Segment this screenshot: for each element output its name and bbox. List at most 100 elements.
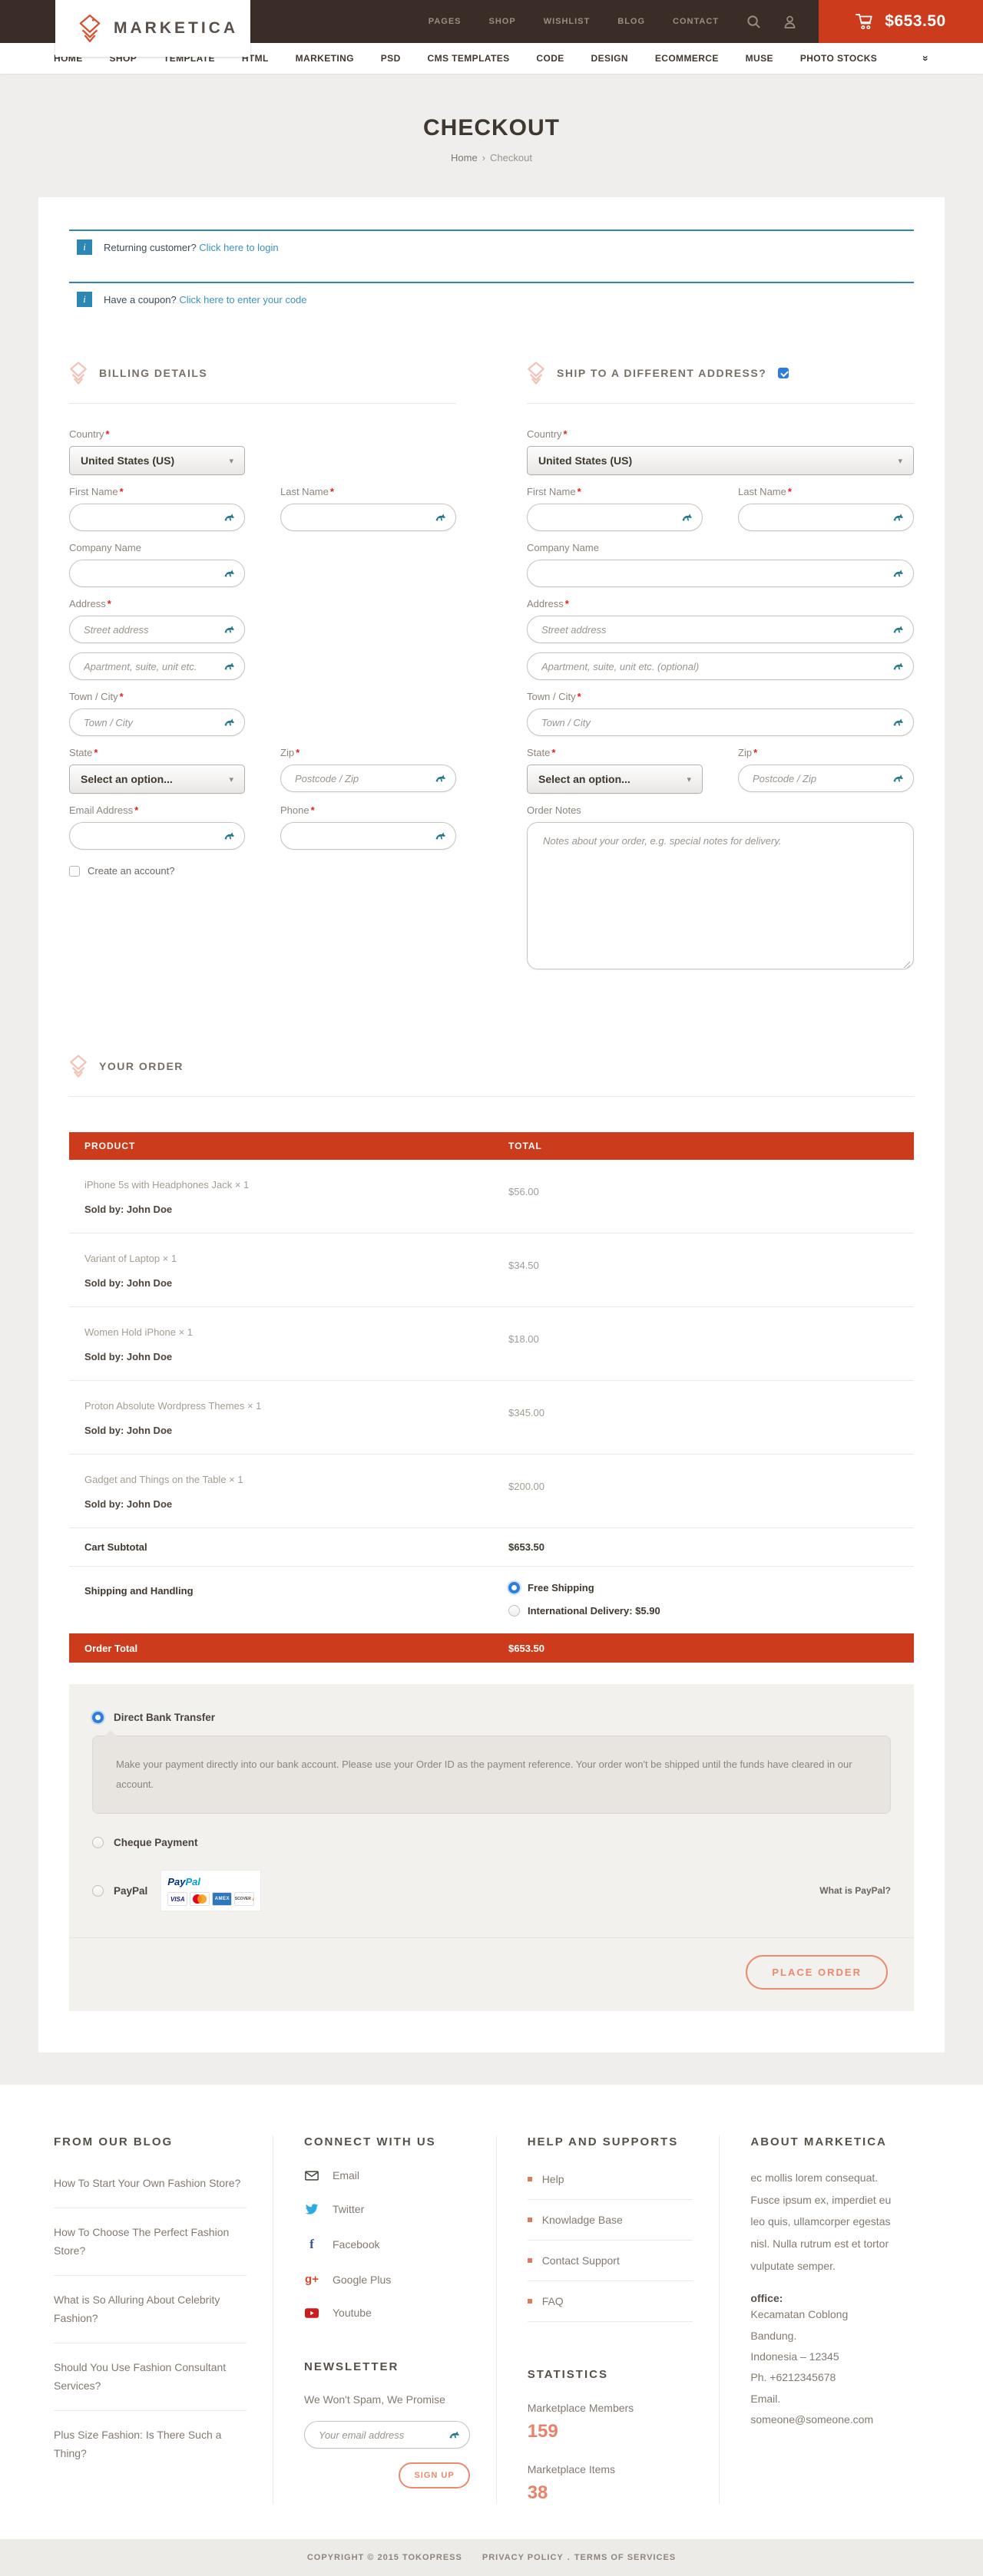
top-nav: PAGES SHOP WISHLIST BLOG CONTACT: [429, 17, 719, 26]
shipping-zip-field: Zip*: [738, 747, 914, 794]
billing-street-input[interactable]: [69, 616, 245, 643]
help-link[interactable]: FAQ: [528, 2281, 693, 2322]
billing-first-name-input[interactable]: [69, 504, 245, 531]
breadcrumb-home[interactable]: Home: [451, 152, 478, 163]
nav-ecommerce[interactable]: ECOMMERCE: [655, 53, 719, 64]
cart-button[interactable]: $653.50: [819, 0, 983, 43]
billing-section-header: BILLING DETAILS: [69, 362, 456, 404]
shipping-street-input[interactable]: [527, 616, 914, 643]
newsletter-signup-button[interactable]: SIGN UP: [399, 2462, 469, 2488]
logo[interactable]: MARKETICA: [55, 0, 250, 57]
blog-link[interactable]: Should You Use Fashion Consultant Servic…: [54, 2343, 247, 2411]
privacy-policy-link[interactable]: PRIVACY POLICY: [482, 2553, 564, 2562]
billing-company-input[interactable]: [69, 560, 245, 587]
social-link-email[interactable]: Email: [304, 2169, 470, 2181]
nav-psd[interactable]: PSD: [381, 53, 401, 64]
cheque-radio[interactable]: [92, 1837, 104, 1848]
free-shipping-radio[interactable]: [508, 1582, 520, 1593]
product-seller: Sold by: John Doe: [84, 1277, 508, 1289]
dashlane-icon: [892, 774, 904, 783]
discover-icon: DISCOVER: [234, 1892, 254, 1906]
product-total: $345.00: [508, 1400, 544, 1436]
top-nav-shop[interactable]: SHOP: [489, 17, 516, 26]
top-nav-pages[interactable]: PAGES: [429, 17, 462, 26]
copyright-text: COPYRIGHT © 2015 TOKOPRESS: [307, 2553, 462, 2562]
info-icon: i: [77, 239, 92, 255]
social-link-google-plus[interactable]: g+ Google Plus: [304, 2273, 470, 2286]
billing-zip-input[interactable]: [280, 765, 456, 792]
help-link[interactable]: Contact Support: [528, 2241, 693, 2281]
nav-cms-templates[interactable]: CMS TEMPLATES: [428, 53, 510, 64]
footer: FROM OUR BLOG How To Start Your Own Fash…: [0, 2085, 983, 2576]
coupon-link[interactable]: Click here to enter your code: [179, 294, 306, 305]
shipping-town-input[interactable]: [527, 708, 914, 736]
nav-code[interactable]: CODE: [536, 53, 564, 64]
shipping-state-select[interactable]: Select an option... ▾: [527, 765, 703, 794]
blog-link[interactable]: What is So Alluring About Celebrity Fash…: [54, 2276, 247, 2343]
nav-design[interactable]: DESIGN: [591, 53, 628, 64]
billing-town-input[interactable]: [69, 708, 245, 736]
billing-column: BILLING DETAILS Country* United States (…: [69, 362, 456, 984]
billing-town-field: Town / City*: [69, 691, 245, 736]
shipping-country-select[interactable]: United States (US) ▾: [527, 446, 914, 475]
billing-last-name-input[interactable]: [280, 504, 456, 531]
newsletter-email-input[interactable]: [304, 2421, 470, 2449]
shipping-row: Shipping and Handling Free Shipping Inte…: [69, 1567, 914, 1633]
order-table-header: PRODUCT TOTAL: [69, 1132, 914, 1160]
bank-transfer-radio[interactable]: [92, 1712, 104, 1723]
what-is-paypal-link[interactable]: What is PayPal?: [819, 1885, 891, 1896]
ship-different-checkbox[interactable]: [778, 368, 789, 378]
returning-customer-notice: i Returning customer? Click here to logi…: [69, 230, 914, 265]
order-notes-textarea[interactable]: [527, 822, 914, 969]
nav-muse[interactable]: MUSE: [746, 53, 773, 64]
dashlane-icon: [223, 513, 235, 522]
shipping-apartment-input[interactable]: [527, 652, 914, 680]
blog-link[interactable]: Plus Size Fashion: Is There Such a Thing…: [54, 2411, 247, 2478]
billing-first-name-field: First Name*: [69, 486, 245, 531]
top-nav-wishlist[interactable]: WISHLIST: [544, 17, 591, 26]
shipping-last-name-input[interactable]: [738, 504, 914, 531]
billing-state-select[interactable]: Select an option... ▾: [69, 765, 245, 794]
help-link[interactable]: Help: [528, 2159, 693, 2200]
nav-marketing[interactable]: MARKETING: [296, 53, 354, 64]
billing-email-input[interactable]: [69, 822, 245, 850]
billing-state-field: State* Select an option... ▾: [69, 747, 245, 794]
bullet-icon: [528, 2218, 532, 2222]
office-line: Ph. +6212345678: [750, 2367, 903, 2388]
place-order-button[interactable]: PLACE ORDER: [746, 1955, 888, 1990]
user-icon[interactable]: [783, 15, 797, 29]
free-shipping-label: Free Shipping: [528, 1582, 594, 1593]
social-link-twitter[interactable]: Twitter: [304, 2202, 470, 2216]
blog-link[interactable]: How To Choose The Perfect Fashion Store?: [54, 2208, 247, 2276]
shipping-option-free: Free Shipping: [508, 1582, 660, 1593]
social-link-youtube[interactable]: Youtube: [304, 2307, 470, 2319]
product-total: $18.00: [508, 1326, 539, 1362]
cart-subtotal-row: Cart Subtotal $653.50: [69, 1528, 914, 1567]
order-section-header: YOUR ORDER: [69, 1055, 914, 1097]
billing-country-field: Country* United States (US) ▾: [69, 428, 245, 475]
blog-link[interactable]: How To Start Your Own Fashion Store?: [54, 2159, 247, 2208]
top-nav-contact[interactable]: CONTACT: [673, 17, 719, 26]
top-nav-blog[interactable]: BLOG: [617, 17, 645, 26]
terms-link[interactable]: TERMS OF SERVICES: [574, 2553, 676, 2562]
create-account-checkbox[interactable]: [69, 866, 80, 877]
nav-more-icon[interactable]: »: [920, 55, 932, 61]
paypal-radio[interactable]: [92, 1885, 104, 1897]
billing-country-select[interactable]: United States (US) ▾: [69, 446, 245, 475]
coupon-notice: i Have a coupon? Click here to enter you…: [69, 282, 914, 317]
search-icon[interactable]: [746, 15, 761, 29]
login-link[interactable]: Click here to login: [199, 242, 278, 253]
billing-apartment-input[interactable]: [69, 652, 245, 680]
billing-phone-input[interactable]: [280, 822, 456, 850]
international-delivery-radio[interactable]: [508, 1605, 520, 1617]
help-link[interactable]: Knowladge Base: [528, 2200, 693, 2241]
shipping-company-input[interactable]: [527, 560, 914, 587]
order-row: Gadget and Things on the Table × 1 Sold …: [69, 1455, 914, 1528]
product-total: $200.00: [508, 1474, 544, 1510]
shipping-first-name-input[interactable]: [527, 504, 703, 531]
stat-value: 38: [528, 2482, 693, 2504]
product-name: Proton Absolute Wordpress Themes × 1: [84, 1400, 508, 1412]
shipping-zip-input[interactable]: [738, 765, 914, 792]
social-link-facebook[interactable]: f Facebook: [304, 2237, 470, 2252]
nav-photo-stocks[interactable]: PHOTO STOCKS: [800, 53, 877, 64]
